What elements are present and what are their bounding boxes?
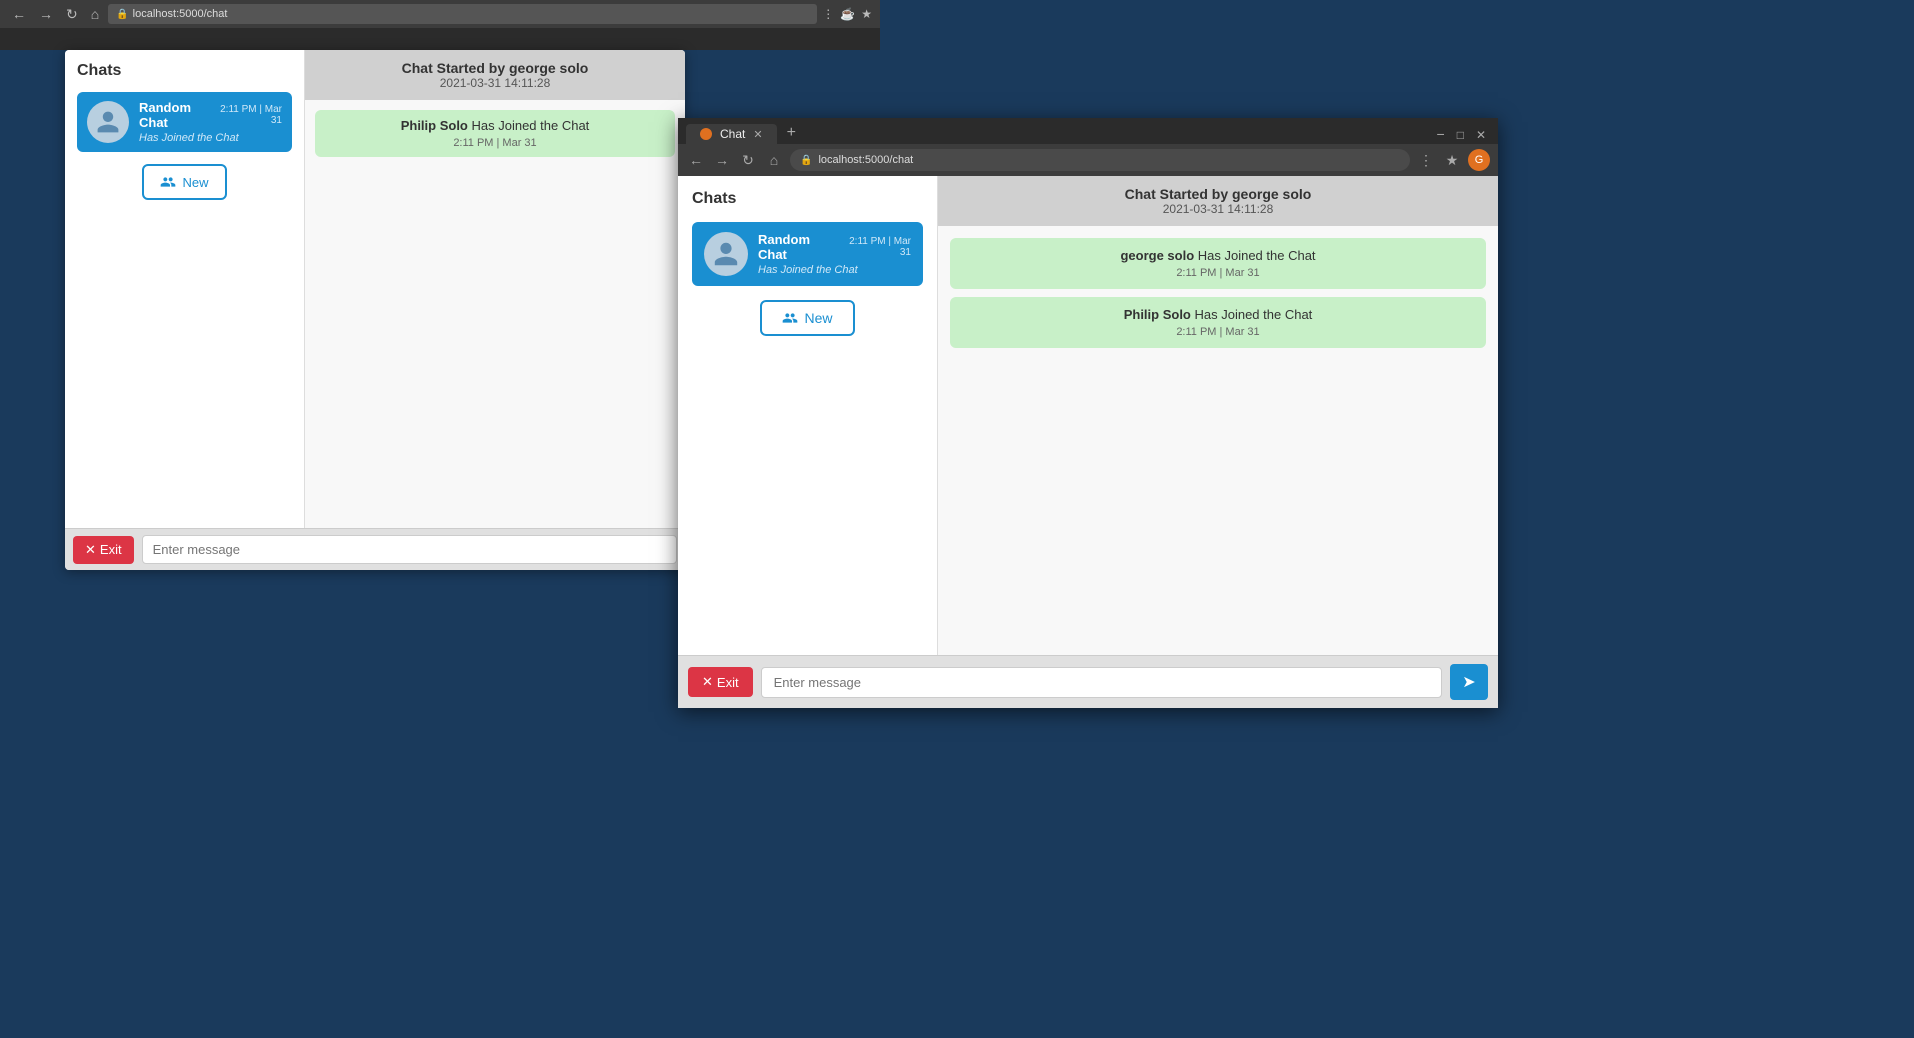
sidebar-title: Chats xyxy=(77,62,292,80)
avatar xyxy=(87,101,129,143)
chat-footer-2: ✕ Exit ➤ xyxy=(678,655,1498,708)
chat-item-info-2: Random Chat 2:11 PM | Mar 31 Has Joined … xyxy=(758,232,911,276)
url-bar-bg: 🔒 localhost:5000/chat xyxy=(108,4,817,24)
sidebar-panel: Chats Random Chat 2:11 PM | Mar 31 Has J… xyxy=(65,50,305,528)
chat-item-name: Random Chat xyxy=(139,100,214,130)
sidebar-title-2: Chats xyxy=(692,190,923,208)
message-input[interactable] xyxy=(142,535,677,564)
chat-item-time-2: 2:11 PM | Mar 31 xyxy=(839,236,911,258)
chat-header-2: Chat Started by george solo 2021-03-31 1… xyxy=(938,176,1498,226)
back-btn-2[interactable]: ← xyxy=(686,150,706,170)
chat-header-time-2: 2021-03-31 14:11:28 xyxy=(954,202,1482,216)
chat-item-info: Random Chat 2:11 PM | Mar 31 Has Joined … xyxy=(139,100,282,144)
tab-label: Chat xyxy=(720,127,745,141)
exit-button[interactable]: ✕ Exit xyxy=(73,536,134,564)
send-button[interactable]: ➤ xyxy=(1450,664,1488,700)
chat-item-status: Has Joined the Chat xyxy=(139,132,282,144)
active-tab[interactable]: Chat ✕ xyxy=(686,124,777,144)
chat-area: Chat Started by george solo 2021-03-31 1… xyxy=(305,50,685,528)
url-bar-2[interactable]: 🔒 localhost:5000/chat xyxy=(790,149,1410,171)
url-text-bg: localhost:5000/chat xyxy=(133,8,228,20)
window-minimize-icon[interactable]: − xyxy=(1433,126,1449,142)
forward-icon[interactable]: → xyxy=(35,6,57,22)
x-icon: ✕ xyxy=(85,542,96,558)
back-icon[interactable]: ← xyxy=(8,6,30,22)
send-icon: ➤ xyxy=(1462,672,1475,692)
home-icon[interactable]: ⌂ xyxy=(87,6,103,22)
chat-item-name-2: Random Chat xyxy=(758,232,839,262)
message-time-2: 2:11 PM | Mar 31 xyxy=(964,326,1472,338)
message-bubble-1: george solo Has Joined the Chat 2:11 PM … xyxy=(950,238,1486,289)
browser-content-2: Chats Random Chat 2:11 PM | Mar 31 Has J… xyxy=(678,176,1498,708)
tab-close-icon[interactable]: ✕ xyxy=(753,128,762,141)
new-button-label-2: New xyxy=(804,310,832,326)
sidebar-panel-2: Chats Random Chat 2:11 PM | Mar 31 Has J… xyxy=(678,176,938,655)
chat-footer: ✕ Exit xyxy=(65,528,685,570)
tab-icon xyxy=(700,128,712,140)
message-time-1: 2:11 PM | Mar 31 xyxy=(964,267,1472,279)
window-main: Chats Random Chat 2:11 PM | Mar 31 Has J… xyxy=(65,50,685,570)
more-tools-icon[interactable]: ⋮ xyxy=(1416,150,1436,170)
reload-btn-2[interactable]: ↻ xyxy=(738,150,758,170)
nav-bar-2: ← → ↻ ⌂ 🔒 localhost:5000/chat ⋮ ★ G xyxy=(678,144,1498,176)
menu-icons: ⋮☕★ xyxy=(822,7,872,21)
reload-icon[interactable]: ↻ xyxy=(62,6,82,23)
chat-list-item-2[interactable]: Random Chat 2:11 PM | Mar 31 Has Joined … xyxy=(692,222,923,286)
message-input-2[interactable] xyxy=(761,667,1442,698)
window-close-icon[interactable]: ✕ xyxy=(1472,128,1490,142)
new-chat-button[interactable]: New xyxy=(142,164,226,200)
home-btn-2[interactable]: ⌂ xyxy=(764,150,784,170)
message-text-2: Philip Solo Has Joined the Chat xyxy=(964,307,1472,322)
chat-area-2: Chat Started by george solo 2021-03-31 1… xyxy=(938,176,1498,655)
exit-button-2[interactable]: ✕ Exit xyxy=(688,667,753,697)
chat-messages: Philip Solo Has Joined the Chat 2:11 PM … xyxy=(305,100,685,528)
new-button-label: New xyxy=(182,175,208,190)
chat-header-time: 2021-03-31 14:11:28 xyxy=(321,76,669,90)
exit-label-2: Exit xyxy=(717,675,739,690)
message-text-1: george solo Has Joined the Chat xyxy=(964,248,1472,263)
chat-messages-2: george solo Has Joined the Chat 2:11 PM … xyxy=(938,226,1498,655)
message-bubble-2: Philip Solo Has Joined the Chat 2:11 PM … xyxy=(950,297,1486,348)
forward-btn-2[interactable]: → xyxy=(712,150,732,170)
exit-label: Exit xyxy=(100,542,122,557)
tab-bar: Chat ✕ + − □ ✕ xyxy=(678,118,1498,144)
profile-icon[interactable]: G xyxy=(1468,149,1490,171)
new-tab-button[interactable]: + xyxy=(781,124,802,142)
bookmark-icon[interactable]: ★ xyxy=(1442,150,1462,170)
url-text-2: localhost:5000/chat xyxy=(818,154,913,166)
chat-item-time: 2:11 PM | Mar 31 xyxy=(214,104,282,126)
chat-item-status-2: Has Joined the Chat xyxy=(758,264,911,276)
chat-list-item[interactable]: Random Chat 2:11 PM | Mar 31 Has Joined … xyxy=(77,92,292,152)
new-chat-button-2[interactable]: New xyxy=(760,300,854,336)
x-icon-2: ✕ xyxy=(702,674,713,690)
chat-header: Chat Started by george solo 2021-03-31 1… xyxy=(305,50,685,100)
message-bubble: Philip Solo Has Joined the Chat 2:11 PM … xyxy=(315,110,675,157)
message-text: Philip Solo Has Joined the Chat xyxy=(327,118,663,133)
chat-header-title-2: Chat Started by george solo xyxy=(954,186,1482,202)
message-time: 2:11 PM | Mar 31 xyxy=(327,137,663,149)
window-second: Chat ✕ + − □ ✕ ← → ↻ ⌂ 🔒 localhost:5000/… xyxy=(678,118,1498,708)
window-restore-icon[interactable]: □ xyxy=(1453,128,1468,142)
avatar-2 xyxy=(704,232,748,276)
chat-header-title: Chat Started by george solo xyxy=(321,60,669,76)
